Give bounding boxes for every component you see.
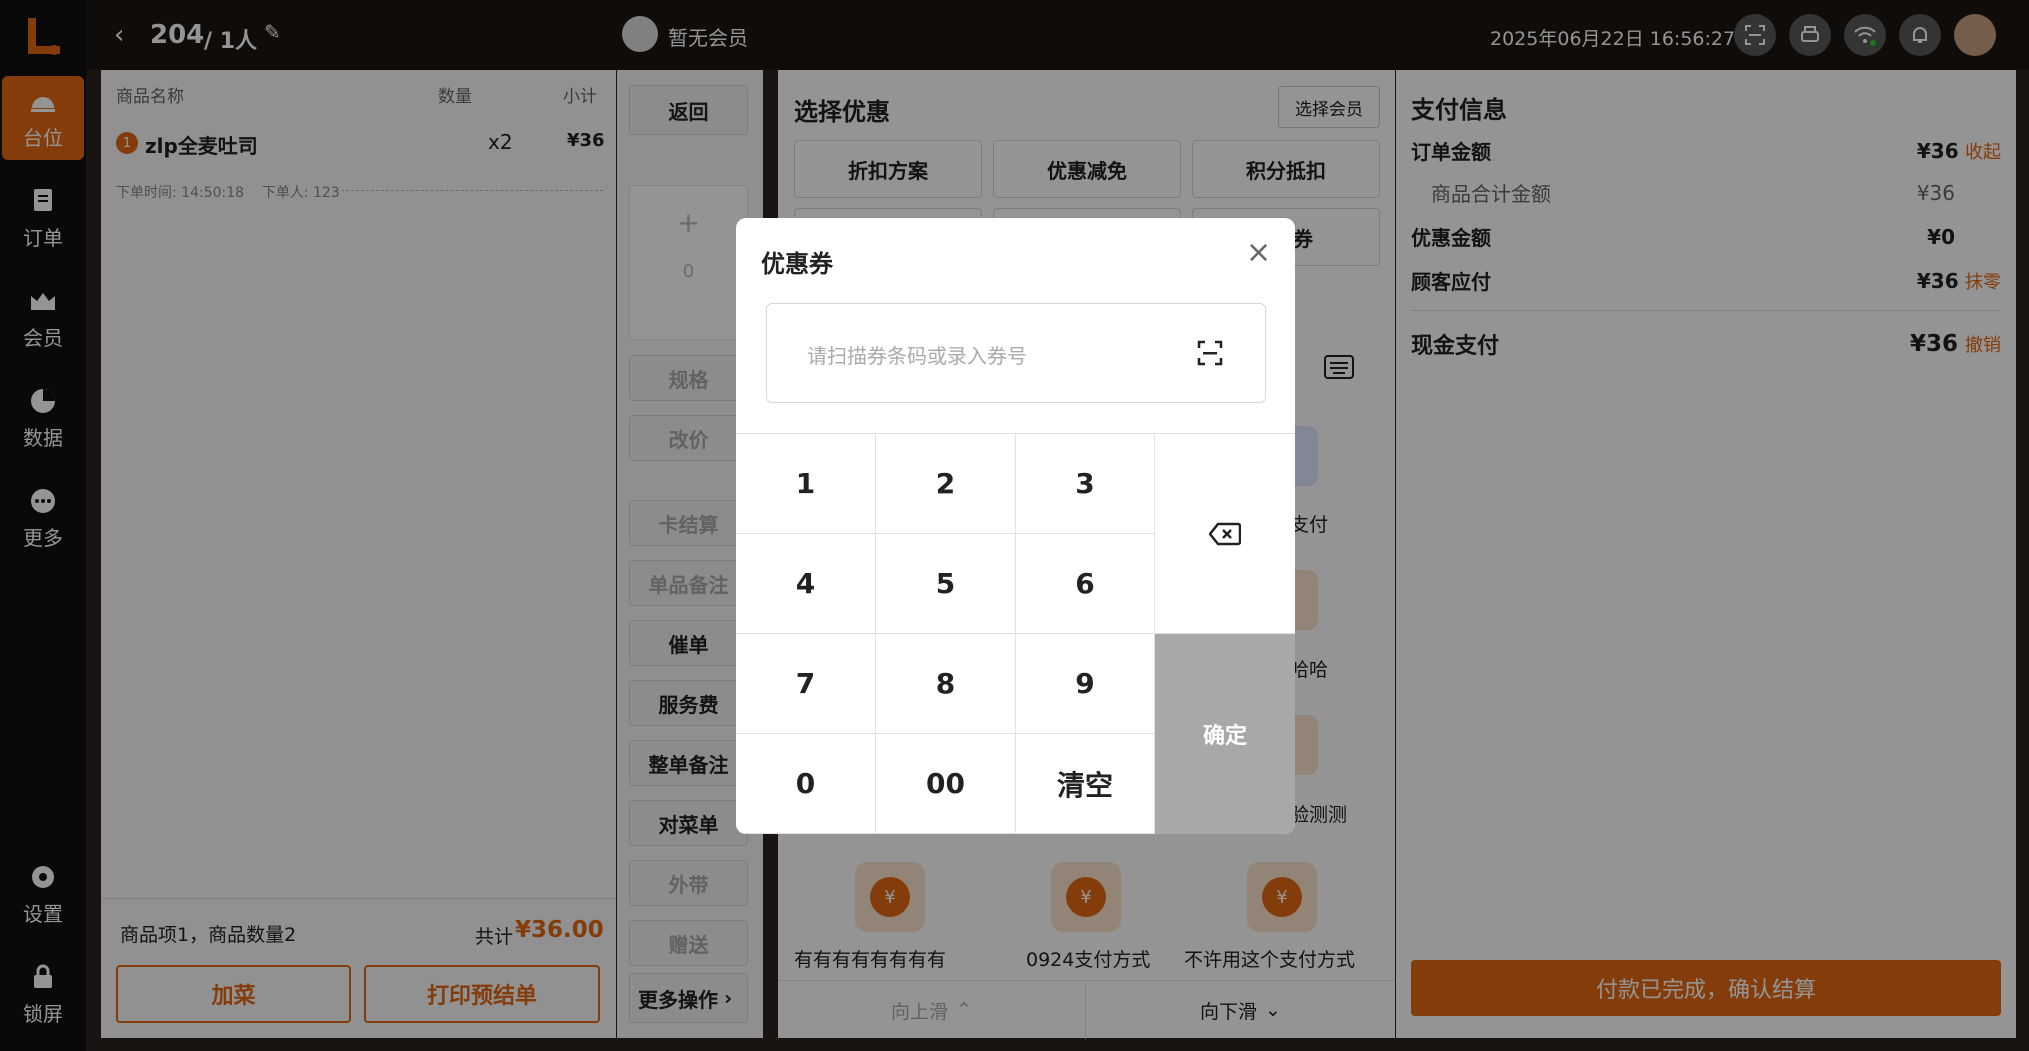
keypad-clear[interactable]: 清空 <box>1016 734 1155 834</box>
keypad-key-2[interactable]: 2 <box>876 434 1016 534</box>
keypad-key-1[interactable]: 1 <box>736 434 876 534</box>
backspace-icon <box>1209 522 1241 545</box>
keypad-key-7[interactable]: 7 <box>736 634 876 734</box>
coupon-input[interactable]: 请扫描券条码或录入券号 <box>766 303 1266 403</box>
dialog-title: 优惠券 <box>761 250 833 278</box>
keypad-backspace[interactable] <box>1155 434 1295 634</box>
coupon-dialog: 优惠券 × 请扫描券条码或录入券号 1 2 3 4 5 6 7 8 9 0 00… <box>736 218 1295 834</box>
close-icon[interactable]: × <box>1246 238 1271 268</box>
keypad-key-8[interactable]: 8 <box>876 634 1016 734</box>
keypad-key-6[interactable]: 6 <box>1016 534 1155 634</box>
keypad-key-3[interactable]: 3 <box>1016 434 1155 534</box>
scan-icon[interactable] <box>1197 340 1223 370</box>
keypad-key-00[interactable]: 00 <box>876 734 1016 834</box>
coupon-input-placeholder: 请扫描券条码或录入券号 <box>807 344 1027 368</box>
keypad-key-4[interactable]: 4 <box>736 534 876 634</box>
keypad-confirm-button[interactable]: 确定 <box>1155 634 1295 834</box>
keypad-key-0[interactable]: 0 <box>736 734 876 834</box>
keypad-key-5[interactable]: 5 <box>876 534 1016 634</box>
keypad-key-9[interactable]: 9 <box>1016 634 1155 734</box>
